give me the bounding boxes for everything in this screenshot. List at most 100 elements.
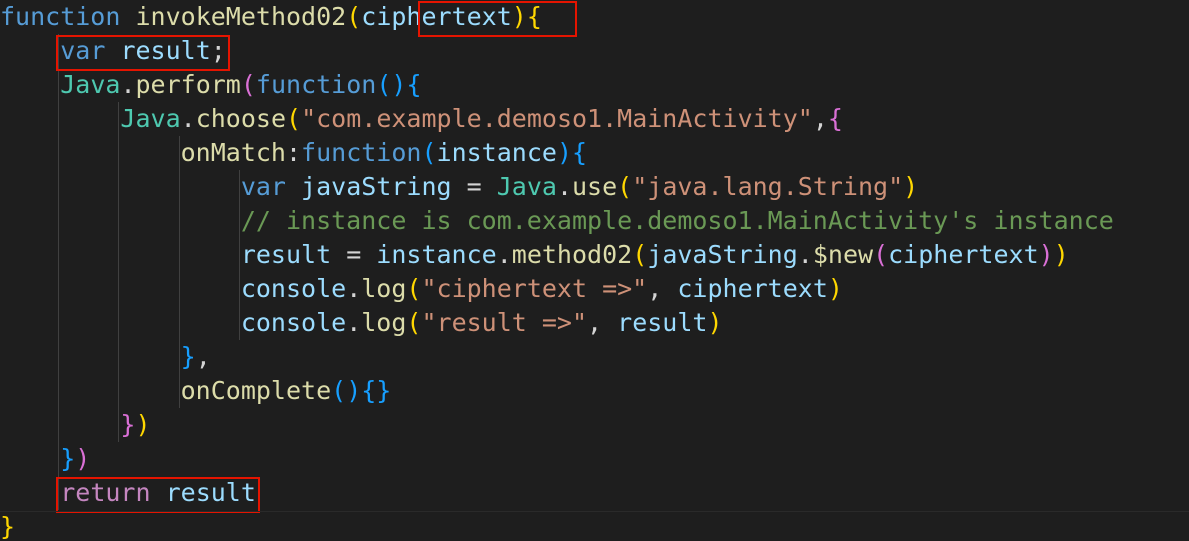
code-token: )	[1053, 240, 1069, 269]
code-token: (	[346, 2, 362, 31]
code-line: onMatch:function(instance){	[0, 136, 587, 170]
code-line: onComplete(){}	[0, 374, 392, 408]
code-token: .	[556, 172, 572, 201]
code-token: (	[421, 138, 437, 167]
code-token: )	[135, 410, 151, 439]
code-token: {	[572, 138, 588, 167]
code-token: perform	[135, 70, 241, 99]
code-line: result = instance.method02(javaString.$n…	[0, 238, 1069, 272]
code-token: )	[1038, 240, 1054, 269]
code-token: function	[255, 70, 377, 99]
code-token: "com.example.demoso1.MainActivity"	[301, 104, 813, 133]
code-token: use	[572, 172, 618, 201]
code-token: .	[180, 104, 196, 133]
highlight-box	[56, 477, 260, 513]
code-token: {}	[361, 376, 392, 405]
code-line: },	[0, 340, 211, 374]
code-line: var javaString = Java.use("java.lang.Str…	[0, 170, 918, 204]
code-token: console	[240, 274, 347, 303]
code-token: }	[0, 512, 16, 541]
code-token: function	[0, 2, 121, 31]
highlight-box	[418, 1, 577, 37]
code-token: onComplete	[180, 376, 332, 405]
code-token: "ciphertext =>"	[421, 274, 648, 303]
code-token: "java.lang.String"	[632, 172, 904, 201]
code-token: }	[180, 342, 196, 371]
code-token: (	[632, 240, 648, 269]
code-token: ciphertext	[677, 274, 828, 303]
code-line: console.log("result =>", result)	[0, 306, 723, 340]
code-token: .	[120, 70, 136, 99]
code-token: .	[346, 308, 362, 337]
code-line: })	[0, 408, 151, 442]
code-line: Java.perform(function(){	[0, 68, 422, 102]
code-token: log	[361, 274, 407, 303]
code-token: console	[240, 308, 347, 337]
code-token: .	[797, 240, 813, 269]
code-token: ()	[331, 376, 362, 405]
code-token: choose	[195, 104, 287, 133]
code-token: )	[75, 444, 91, 473]
code-token: method02	[511, 240, 633, 269]
code-token: )	[903, 172, 919, 201]
code-token: .	[346, 274, 362, 303]
code-token: ()	[376, 70, 407, 99]
code-line: Java.choose("com.example.demoso1.MainAct…	[0, 102, 843, 136]
code-token: =	[451, 172, 497, 201]
code-token: result	[617, 308, 708, 337]
code-token: ,	[812, 104, 828, 133]
code-token: onMatch	[180, 138, 286, 167]
code-token: {	[827, 104, 843, 133]
code-token: instance	[436, 138, 557, 167]
code-token: (	[406, 308, 422, 337]
code-token: (	[873, 240, 889, 269]
code-token: function	[301, 138, 422, 167]
code-token: )	[827, 274, 843, 303]
code-token: .	[496, 240, 512, 269]
code-token: // instance is com.example.demoso1.MainA…	[240, 206, 1114, 235]
code-token: }	[60, 444, 76, 473]
code-token: ciphertext	[888, 240, 1039, 269]
code-token: :	[285, 138, 302, 167]
code-token: ,	[587, 308, 618, 337]
code-token: (	[617, 172, 633, 201]
code-line: })	[0, 442, 90, 476]
code-token: "result =>"	[421, 308, 588, 337]
code-token: Java	[120, 104, 181, 133]
code-token: )	[556, 138, 573, 167]
code-token: {	[406, 70, 422, 99]
code-line: }	[0, 510, 15, 541]
code-token: (	[240, 70, 256, 99]
highlight-box	[56, 35, 230, 71]
code-token: javaString	[647, 240, 798, 269]
code-token: )	[707, 308, 723, 337]
code-token: Java	[496, 172, 557, 201]
code-line: // instance is com.example.demoso1.MainA…	[0, 204, 1114, 238]
code-token: javaString	[301, 172, 452, 201]
code-token: log	[361, 308, 407, 337]
code-token: $new	[812, 240, 874, 269]
code-token: invokeMethod02	[135, 2, 347, 31]
code-editor[interactable]: function invokeMethod02(ciphertext){ var…	[0, 0, 1189, 541]
code-token: }	[120, 410, 136, 439]
code-token: (	[286, 104, 302, 133]
code-token: ,	[195, 342, 211, 371]
editor-line-separator	[0, 511, 1189, 512]
code-token: =	[331, 240, 377, 269]
code-token: (	[406, 274, 422, 303]
code-token: var	[240, 172, 286, 201]
